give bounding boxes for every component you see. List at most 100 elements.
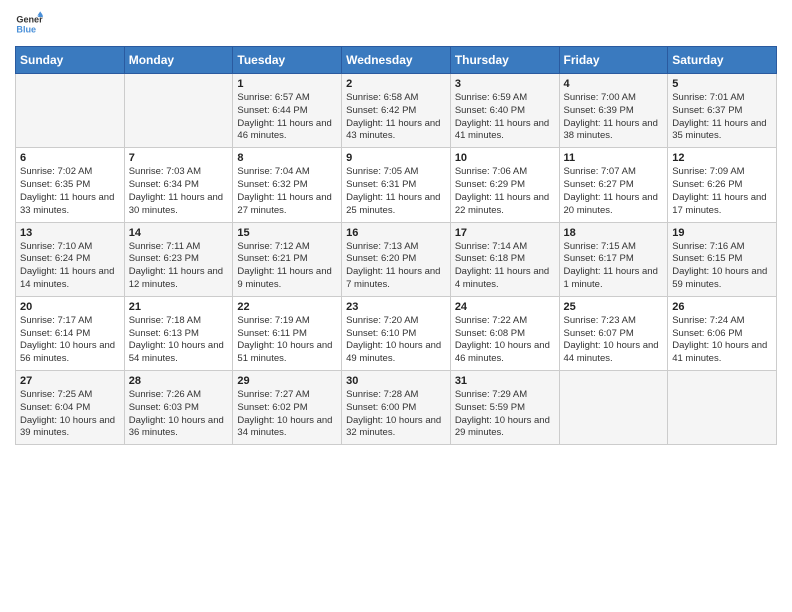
calendar-week-4: 20 Sunrise: 7:17 AMSunset: 6:14 PMDayligh… (16, 296, 777, 370)
day-info: Sunrise: 7:18 AMSunset: 6:13 PMDaylight:… (129, 315, 229, 366)
day-number: 16 (346, 227, 446, 239)
day-info: Sunrise: 7:07 AMSunset: 6:27 PMDaylight:… (564, 166, 664, 217)
day-number: 4 (564, 78, 664, 90)
day-info: Sunrise: 7:04 AMSunset: 6:32 PMDaylight:… (237, 166, 337, 217)
day-number: 1 (237, 78, 337, 90)
day-info: Sunrise: 7:12 AMSunset: 6:21 PMDaylight:… (237, 241, 337, 292)
calendar-cell: 31 Sunrise: 7:29 AMSunset: 5:59 PMDayligh… (450, 371, 559, 445)
day-number: 13 (20, 227, 120, 239)
calendar-header-monday: Monday (124, 47, 233, 74)
calendar-cell: 17 Sunrise: 7:14 AMSunset: 6:18 PMDayligh… (450, 222, 559, 296)
day-info: Sunrise: 7:10 AMSunset: 6:24 PMDaylight:… (20, 241, 120, 292)
day-info: Sunrise: 7:29 AMSunset: 5:59 PMDaylight:… (455, 389, 555, 440)
day-number: 10 (455, 152, 555, 164)
calendar-cell (16, 74, 125, 148)
day-number: 30 (346, 375, 446, 387)
day-info: Sunrise: 7:14 AMSunset: 6:18 PMDaylight:… (455, 241, 555, 292)
day-number: 12 (672, 152, 772, 164)
day-number: 24 (455, 301, 555, 313)
calendar-cell: 10 Sunrise: 7:06 AMSunset: 6:29 PMDayligh… (450, 148, 559, 222)
calendar-week-5: 27Sunrise: 7:25 AMSunset: 6:04 PMDayligh… (16, 371, 777, 445)
calendar-cell: 5 Sunrise: 7:01 AMSunset: 6:37 PMDaylight… (668, 74, 777, 148)
calendar-cell: 23Sunrise: 7:20 AMSunset: 6:10 PMDayligh… (342, 296, 451, 370)
calendar-cell: 13 Sunrise: 7:10 AMSunset: 6:24 PMDayligh… (16, 222, 125, 296)
day-info: Sunrise: 7:05 AMSunset: 6:31 PMDaylight:… (346, 166, 446, 217)
calendar-header-wednesday: Wednesday (342, 47, 451, 74)
calendar-cell: 3Sunrise: 6:59 AMSunset: 6:40 PMDaylight… (450, 74, 559, 148)
day-number: 26 (672, 301, 772, 313)
day-number: 28 (129, 375, 229, 387)
day-number: 18 (564, 227, 664, 239)
logo-icon: General Blue (15, 10, 43, 38)
calendar-cell: 24 Sunrise: 7:22 AMSunset: 6:08 PMDayligh… (450, 296, 559, 370)
calendar-cell: 25Sunrise: 7:23 AMSunset: 6:07 PMDayligh… (559, 296, 668, 370)
logo: General Blue (15, 10, 45, 38)
calendar-header-saturday: Saturday (668, 47, 777, 74)
calendar-header-friday: Friday (559, 47, 668, 74)
day-info: Sunrise: 7:22 AMSunset: 6:08 PMDaylight:… (455, 315, 555, 366)
day-number: 3 (455, 78, 555, 90)
page: General Blue SundayMondayTuesdayWednesda… (0, 0, 792, 460)
day-number: 7 (129, 152, 229, 164)
day-number: 17 (455, 227, 555, 239)
day-number: 6 (20, 152, 120, 164)
day-info: Sunrise: 7:26 AMSunset: 6:03 PMDaylight:… (129, 389, 229, 440)
day-info: Sunrise: 7:25 AMSunset: 6:04 PMDaylight:… (20, 389, 120, 440)
day-number: 9 (346, 152, 446, 164)
day-number: 8 (237, 152, 337, 164)
header: General Blue (15, 10, 777, 38)
calendar-cell: 2Sunrise: 6:58 AMSunset: 6:42 PMDaylight… (342, 74, 451, 148)
day-info: Sunrise: 7:01 AMSunset: 6:37 PMDaylight:… (672, 92, 772, 143)
day-info: Sunrise: 7:06 AMSunset: 6:29 PMDaylight:… (455, 166, 555, 217)
day-info: Sunrise: 6:58 AMSunset: 6:42 PMDaylight:… (346, 92, 446, 143)
day-number: 25 (564, 301, 664, 313)
calendar-cell: 15 Sunrise: 7:12 AMSunset: 6:21 PMDayligh… (233, 222, 342, 296)
calendar-header-tuesday: Tuesday (233, 47, 342, 74)
day-info: Sunrise: 7:16 AMSunset: 6:15 PMDaylight:… (672, 241, 772, 292)
day-number: 29 (237, 375, 337, 387)
day-number: 15 (237, 227, 337, 239)
day-info: Sunrise: 7:03 AMSunset: 6:34 PMDaylight:… (129, 166, 229, 217)
svg-text:Blue: Blue (16, 24, 36, 34)
calendar-cell: 20 Sunrise: 7:17 AMSunset: 6:14 PMDayligh… (16, 296, 125, 370)
day-info: Sunrise: 7:00 AMSunset: 6:39 PMDaylight:… (564, 92, 664, 143)
day-number: 21 (129, 301, 229, 313)
calendar-cell: 6 Sunrise: 7:02 AMSunset: 6:35 PMDaylight… (16, 148, 125, 222)
calendar-header-thursday: Thursday (450, 47, 559, 74)
day-info: Sunrise: 7:09 AMSunset: 6:26 PMDaylight:… (672, 166, 772, 217)
calendar-cell: 9 Sunrise: 7:05 AMSunset: 6:31 PMDaylight… (342, 148, 451, 222)
calendar-cell: 28 Sunrise: 7:26 AMSunset: 6:03 PMDayligh… (124, 371, 233, 445)
day-number: 19 (672, 227, 772, 239)
calendar-table: SundayMondayTuesdayWednesdayThursdayFrid… (15, 46, 777, 445)
day-info: Sunrise: 7:24 AMSunset: 6:06 PMDaylight:… (672, 315, 772, 366)
day-info: Sunrise: 7:13 AMSunset: 6:20 PMDaylight:… (346, 241, 446, 292)
day-number: 14 (129, 227, 229, 239)
calendar-cell (124, 74, 233, 148)
day-info: Sunrise: 6:57 AMSunset: 6:44 PMDaylight:… (237, 92, 337, 143)
day-info: Sunrise: 7:17 AMSunset: 6:14 PMDaylight:… (20, 315, 120, 366)
calendar-cell: 27Sunrise: 7:25 AMSunset: 6:04 PMDayligh… (16, 371, 125, 445)
calendar-body: 1 Sunrise: 6:57 AMSunset: 6:44 PMDaylight… (16, 74, 777, 445)
calendar-week-1: 1 Sunrise: 6:57 AMSunset: 6:44 PMDaylight… (16, 74, 777, 148)
day-info: Sunrise: 7:02 AMSunset: 6:35 PMDaylight:… (20, 166, 120, 217)
day-number: 31 (455, 375, 555, 387)
calendar-cell: 8 Sunrise: 7:04 AMSunset: 6:32 PMDaylight… (233, 148, 342, 222)
day-info: Sunrise: 7:19 AMSunset: 6:11 PMDaylight:… (237, 315, 337, 366)
calendar-cell: 18Sunrise: 7:15 AMSunset: 6:17 PMDayligh… (559, 222, 668, 296)
day-info: Sunrise: 7:20 AMSunset: 6:10 PMDaylight:… (346, 315, 446, 366)
calendar-header-row: SundayMondayTuesdayWednesdayThursdayFrid… (16, 47, 777, 74)
day-number: 20 (20, 301, 120, 313)
day-number: 11 (564, 152, 664, 164)
calendar-cell: 22Sunrise: 7:19 AMSunset: 6:11 PMDayligh… (233, 296, 342, 370)
calendar-cell: 21 Sunrise: 7:18 AMSunset: 6:13 PMDayligh… (124, 296, 233, 370)
calendar-cell: 11 Sunrise: 7:07 AMSunset: 6:27 PMDayligh… (559, 148, 668, 222)
calendar-cell: 1 Sunrise: 6:57 AMSunset: 6:44 PMDaylight… (233, 74, 342, 148)
day-info: Sunrise: 7:11 AMSunset: 6:23 PMDaylight:… (129, 241, 229, 292)
calendar-cell: 7 Sunrise: 7:03 AMSunset: 6:34 PMDaylight… (124, 148, 233, 222)
calendar-cell: 4 Sunrise: 7:00 AMSunset: 6:39 PMDaylight… (559, 74, 668, 148)
day-number: 5 (672, 78, 772, 90)
calendar-cell: 16 Sunrise: 7:13 AMSunset: 6:20 PMDayligh… (342, 222, 451, 296)
calendar-header-sunday: Sunday (16, 47, 125, 74)
calendar-cell: 29Sunrise: 7:27 AMSunset: 6:02 PMDayligh… (233, 371, 342, 445)
calendar-cell: 19 Sunrise: 7:16 AMSunset: 6:15 PMDayligh… (668, 222, 777, 296)
